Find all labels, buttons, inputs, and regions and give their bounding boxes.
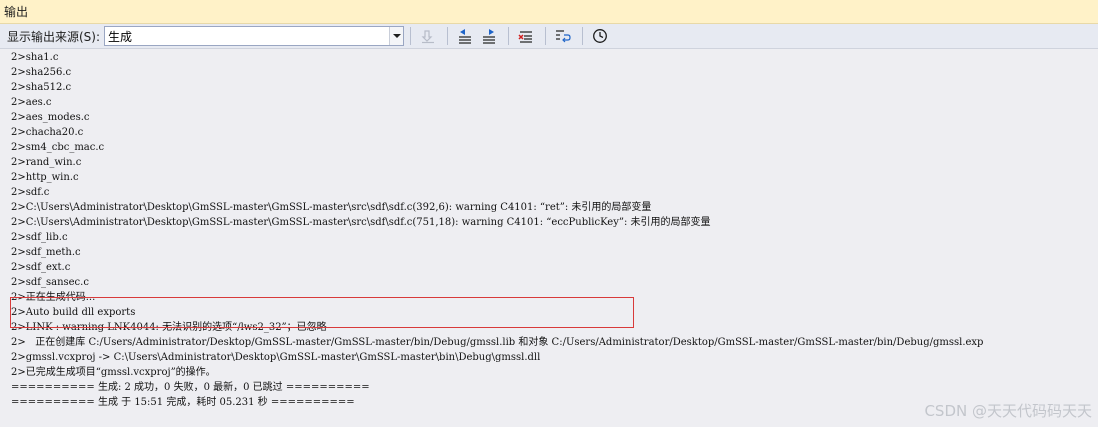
find-message-icon	[421, 30, 435, 44]
highlight-annotation-box	[10, 297, 634, 328]
output-line: 2>C:\Users\Administrator\Desktop\GmSSL-m…	[11, 202, 652, 213]
output-source-label: 显示输出来源(S):	[7, 29, 101, 44]
output-line: 2>sdf_lib.c	[11, 232, 68, 243]
output-line: 2>chacha20.c	[11, 127, 84, 138]
output-line: 2>sha256.c	[11, 67, 72, 78]
clear-all-icon	[518, 31, 533, 43]
next-message-button[interactable]	[478, 25, 500, 47]
toolbar-separator	[447, 27, 449, 45]
output-panel-title: 输出	[0, 0, 1098, 24]
toolbar-separator	[508, 27, 510, 45]
output-line: 2> 正在创建库 C:/Users/Administrator/Desktop/…	[11, 337, 984, 348]
output-line: 2>C:\Users\Administrator\Desktop\GmSSL-m…	[11, 217, 711, 228]
timestamp-clock-icon	[593, 29, 607, 43]
output-line: 2>sm4_cbc_mac.c	[11, 142, 105, 153]
timestamp-button[interactable]	[589, 25, 611, 47]
output-text-area[interactable]: 2>sha1.c 2>sha256.c 2>sha512.c 2>aes.c 2>aes…	[0, 50, 1098, 427]
output-line: 2>sha512.c	[11, 82, 72, 93]
chevron-down-icon[interactable]	[389, 27, 404, 45]
window-title: 输出	[4, 5, 29, 19]
toggle-word-wrap-button[interactable]	[552, 25, 574, 47]
previous-message-icon	[459, 29, 472, 44]
find-message-button[interactable]	[417, 25, 439, 47]
output-line: 2>sdf_meth.c	[11, 247, 81, 258]
watermark: CSDN @天天代码码天天	[924, 402, 1092, 420]
output-source-value: 生成	[108, 29, 133, 44]
toolbar-separator	[545, 27, 547, 45]
output-line: 2>sdf_sansec.c	[11, 277, 89, 288]
output-line: ========== 生成: 2 成功，0 失败，0 最新，0 已跳过 ====…	[11, 382, 370, 393]
toggle-word-wrap-icon	[556, 30, 571, 43]
output-line: 2>http_win.c	[11, 172, 79, 183]
clear-all-button[interactable]	[515, 25, 537, 47]
output-line: 2>sdf.c	[11, 187, 50, 198]
toolbar-separator	[582, 27, 584, 45]
output-line: 2>gmssl.vcxproj -> C:\Users\Administrato…	[11, 352, 541, 363]
output-source-dropdown[interactable]: 生成	[104, 26, 405, 46]
output-line: 2>aes_modes.c	[11, 112, 90, 123]
toolbar-separator	[410, 27, 412, 45]
previous-message-button[interactable]	[454, 25, 476, 47]
output-line: 2>已完成生成项目“gmssl.vcxproj”的操作。	[11, 367, 216, 378]
output-line: 2>sha1.c	[11, 52, 59, 63]
output-line: 2>rand_win.c	[11, 157, 82, 168]
next-message-icon	[483, 29, 496, 44]
output-toolbar: 显示输出来源(S): 生成	[0, 24, 1098, 49]
output-line: 2>sdf_ext.c	[11, 262, 71, 273]
output-line: 2>aes.c	[11, 97, 52, 108]
